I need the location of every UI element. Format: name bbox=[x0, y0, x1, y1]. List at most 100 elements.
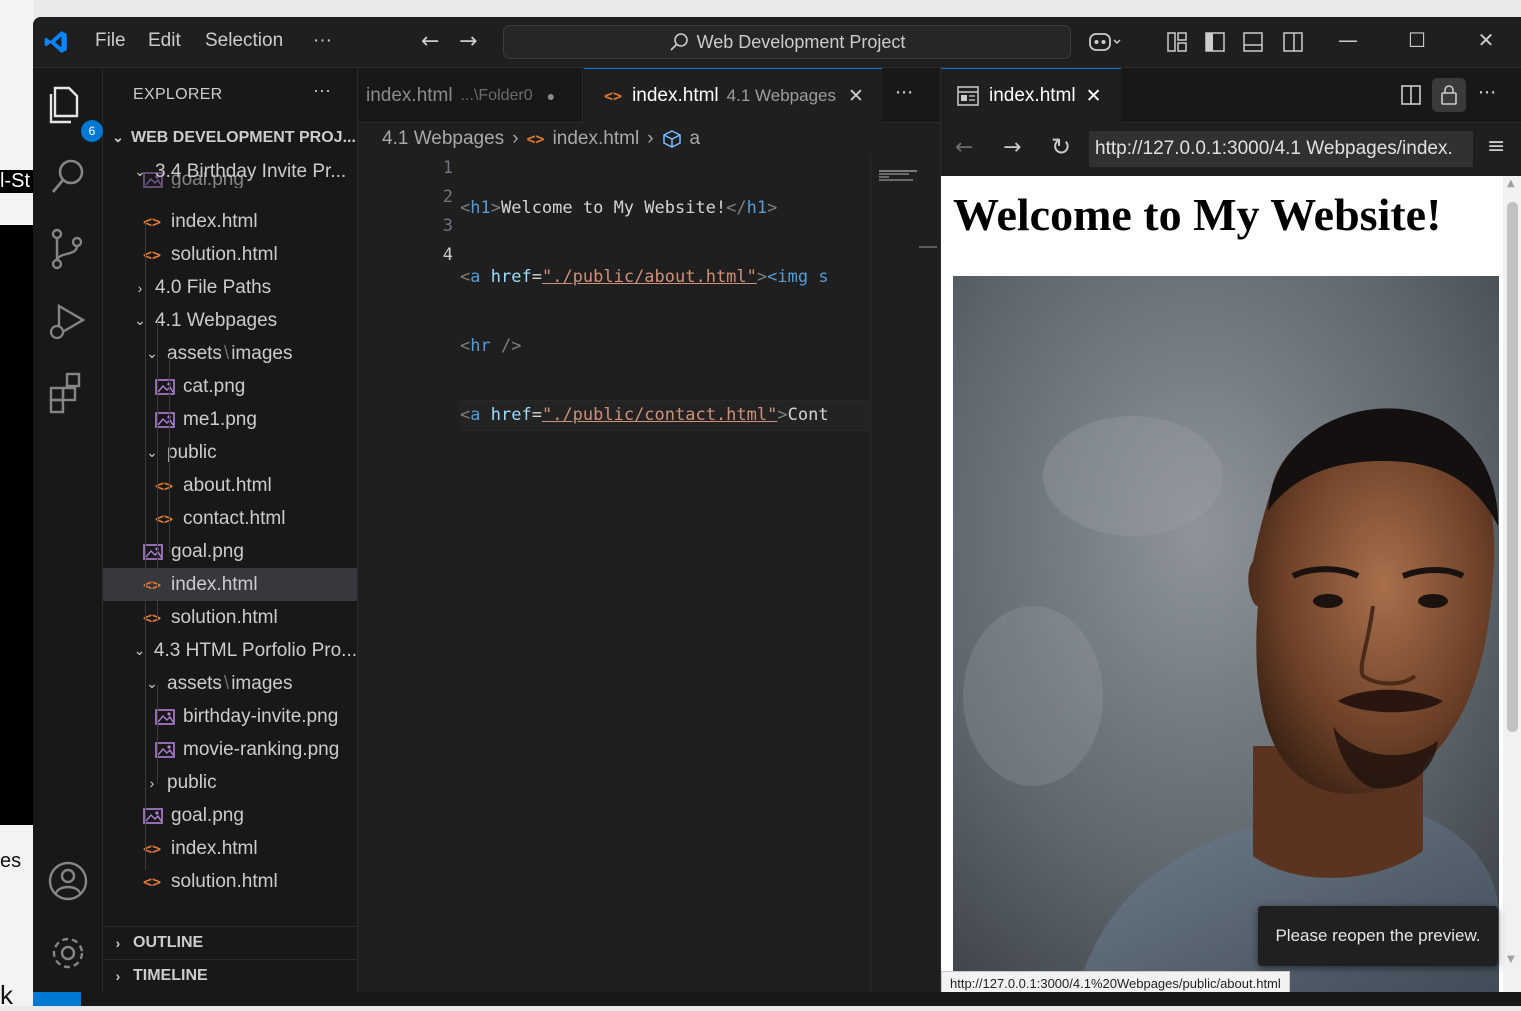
minimap[interactable] bbox=[870, 154, 937, 1006]
remote-indicator[interactable] bbox=[33, 992, 81, 1006]
split-editor-icon[interactable] bbox=[1400, 84, 1422, 106]
tree-file[interactable]: <> solution.html bbox=[103, 238, 357, 271]
breadcrumb-file[interactable]: index.html bbox=[553, 128, 640, 150]
tree-folder[interactable]: › 4.0 File Paths bbox=[103, 271, 357, 304]
back-arrow-icon[interactable]: ← bbox=[421, 29, 439, 54]
tree-file[interactable]: <> index.html bbox=[103, 832, 357, 865]
explorer-icon[interactable]: 6 bbox=[45, 82, 103, 142]
source-control-icon[interactable] bbox=[45, 226, 91, 272]
tree-file[interactable]: me1.png bbox=[103, 403, 357, 436]
tree-folder[interactable]: ⌄ assets \ images bbox=[103, 337, 357, 370]
close-tab-icon[interactable]: ✕ bbox=[1086, 85, 1102, 108]
tree-file[interactable]: birthday-invite.png bbox=[103, 700, 357, 733]
portrait-image-link[interactable] bbox=[953, 276, 1499, 1006]
symbol-element-icon bbox=[662, 130, 681, 148]
toggle-panel-icon[interactable] bbox=[1242, 31, 1264, 53]
code-line-active: <a href="./public/contact.html">Cont bbox=[460, 400, 870, 431]
tab-index-webpages[interactable]: <> index.html 4.1 Webpages ✕ bbox=[584, 68, 882, 123]
tree-file[interactable]: goal.png bbox=[103, 535, 357, 568]
back-arrow-icon[interactable]: ← bbox=[955, 135, 973, 160]
tree-item-label: movie-ranking.png bbox=[183, 738, 340, 760]
url-input[interactable]: http://127.0.0.1:3000/4.1 Webpages/index… bbox=[1089, 131, 1473, 167]
preview-more-button[interactable]: ··· bbox=[1478, 82, 1496, 104]
tree-folder[interactable]: ⌄ assets \ images bbox=[103, 667, 357, 700]
tree-folder[interactable]: ⌄ 4.1 Webpages bbox=[103, 304, 357, 337]
tree-file[interactable]: <> index.html bbox=[103, 568, 357, 601]
tree-file[interactable]: <> index.html bbox=[103, 205, 357, 238]
tree-item-label: solution.html bbox=[171, 870, 278, 892]
tree-folder[interactable]: ⌄ 4.3 HTML Porfolio Pro... bbox=[103, 634, 357, 667]
tree-item-label: public bbox=[167, 441, 217, 463]
html-file-icon: <> bbox=[143, 575, 162, 594]
editor-group: index.html ...\Folder0 ● <> index.html 4… bbox=[358, 68, 940, 1006]
explorer-more-button[interactable]: ··· bbox=[313, 80, 331, 101]
menu-file[interactable]: File bbox=[95, 30, 126, 52]
outline-section[interactable]: › OUTLINE bbox=[103, 926, 357, 959]
search-icon[interactable] bbox=[45, 154, 91, 200]
toggle-primary-sidebar-icon[interactable] bbox=[1204, 31, 1226, 53]
toast-message: Please reopen the preview. bbox=[1275, 926, 1481, 945]
customize-layout-icon[interactable] bbox=[1166, 31, 1188, 53]
timeline-section[interactable]: › TIMELINE bbox=[103, 959, 357, 992]
breadcrumb-symbol[interactable]: a bbox=[690, 128, 701, 150]
scroll-up-icon[interactable]: ▲ bbox=[1507, 178, 1515, 189]
lock-group-button[interactable] bbox=[1432, 78, 1466, 112]
code-line: <hr /> bbox=[460, 336, 522, 356]
tree-file[interactable]: goal.png bbox=[103, 799, 357, 832]
tree-file[interactable]: cat.png bbox=[103, 370, 357, 403]
tree-file[interactable]: movie-ranking.png bbox=[103, 733, 357, 766]
menu-hamburger-icon[interactable]: ≡ bbox=[1487, 134, 1505, 159]
vscode-logo-icon bbox=[44, 31, 67, 53]
tree-file[interactable]: <> contact.html bbox=[103, 502, 357, 535]
tree-item-sublabel: images bbox=[231, 342, 293, 364]
toast-notification: Please reopen the preview. bbox=[1258, 906, 1498, 966]
workspace-root[interactable]: ⌄ WEB DEVELOPMENT PROJ... bbox=[103, 121, 357, 154]
tree-item-label: index.html bbox=[171, 573, 258, 595]
tree-file[interactable]: <> about.html bbox=[103, 469, 357, 502]
tree-item-label: me1.png bbox=[183, 408, 257, 430]
account-icon[interactable] bbox=[45, 858, 91, 904]
scrollbar-thumb[interactable] bbox=[1507, 202, 1518, 732]
breadcrumb-folder[interactable]: 4.1 Webpages bbox=[382, 128, 504, 150]
tab-preview-index[interactable]: index.html ✕ bbox=[941, 68, 1121, 123]
code-editor[interactable]: <h1>Welcome to My Website!</h1> <a href=… bbox=[460, 154, 870, 470]
editor-more-button[interactable]: ··· bbox=[895, 82, 913, 104]
tree-item-label: goal.png bbox=[171, 172, 244, 188]
html-file-icon: <> bbox=[155, 476, 174, 495]
command-center[interactable]: Web Development Project bbox=[503, 25, 1071, 59]
image-file-icon bbox=[143, 172, 163, 188]
close-tab-icon[interactable]: ✕ bbox=[848, 85, 864, 108]
run-debug-icon[interactable] bbox=[45, 298, 91, 344]
minimize-icon[interactable]: — bbox=[1328, 28, 1368, 52]
menu-edit[interactable]: Edit bbox=[148, 30, 181, 52]
copilot-icon[interactable] bbox=[1088, 31, 1122, 53]
tree-folder[interactable]: ⌄ public bbox=[103, 436, 357, 469]
explorer-title: EXPLORER bbox=[133, 86, 223, 103]
tree-file[interactable]: <> solution.html bbox=[103, 865, 357, 898]
tree-file[interactable]: goal.png bbox=[103, 172, 357, 188]
line-number: 3 bbox=[442, 216, 453, 236]
menu-more[interactable]: ··· bbox=[313, 30, 332, 52]
unsaved-dot-icon[interactable]: ● bbox=[547, 88, 555, 104]
html-file-icon: <> bbox=[526, 130, 545, 148]
tree-item-label: birthday-invite.png bbox=[183, 705, 339, 727]
forward-arrow-icon[interactable]: → bbox=[459, 29, 477, 54]
settings-gear-icon[interactable] bbox=[45, 930, 91, 976]
code-tail: Cont bbox=[787, 405, 829, 425]
forward-arrow-icon[interactable]: → bbox=[1003, 135, 1021, 160]
tree-folder[interactable]: › public bbox=[103, 766, 357, 799]
maximize-icon[interactable]: ☐ bbox=[1397, 28, 1437, 52]
preview-scrollbar[interactable]: ▲ ▼ bbox=[1503, 176, 1521, 1006]
html-file-icon: <> bbox=[143, 608, 162, 627]
tab-index-folder0[interactable]: index.html ...\Folder0 ● bbox=[358, 68, 583, 123]
toggle-secondary-sidebar-icon[interactable] bbox=[1282, 31, 1304, 53]
menu-selection[interactable]: Selection bbox=[205, 30, 283, 52]
reload-icon[interactable]: ↻ bbox=[1051, 133, 1071, 161]
scroll-down-icon[interactable]: ▼ bbox=[1507, 954, 1515, 965]
chevron-right-icon: › bbox=[115, 935, 121, 951]
image-file-icon bbox=[155, 741, 175, 758]
tab-path: 4.1 Webpages bbox=[726, 86, 836, 105]
extensions-icon[interactable] bbox=[45, 370, 91, 416]
tree-file[interactable]: <> solution.html bbox=[103, 601, 357, 634]
close-window-icon[interactable]: ✕ bbox=[1466, 28, 1506, 52]
